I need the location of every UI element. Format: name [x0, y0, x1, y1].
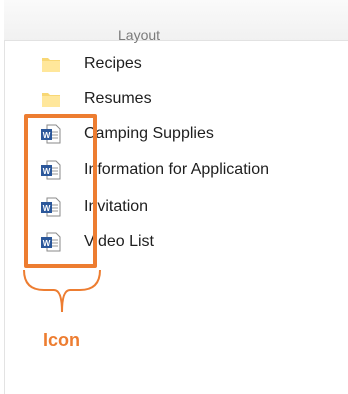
file-item-recipes[interactable]: Recipes	[40, 53, 142, 75]
folder-icon	[40, 53, 62, 75]
file-item-label: Recipes	[84, 55, 142, 72]
file-item-label: Camping Supplies	[84, 125, 214, 142]
callout-bracket	[23, 269, 101, 313]
column-header-layout[interactable]: Layout	[4, 0, 348, 43]
folder-icon	[40, 88, 62, 110]
callout-label-icon: Icon	[43, 330, 81, 350]
icon-highlight-box	[24, 114, 97, 268]
file-item-label: Resumes	[84, 90, 152, 107]
file-item-label: Information for Application	[84, 161, 269, 178]
column-header-label: Layout	[118, 27, 161, 43]
file-item-resumes[interactable]: Resumes	[40, 88, 152, 110]
